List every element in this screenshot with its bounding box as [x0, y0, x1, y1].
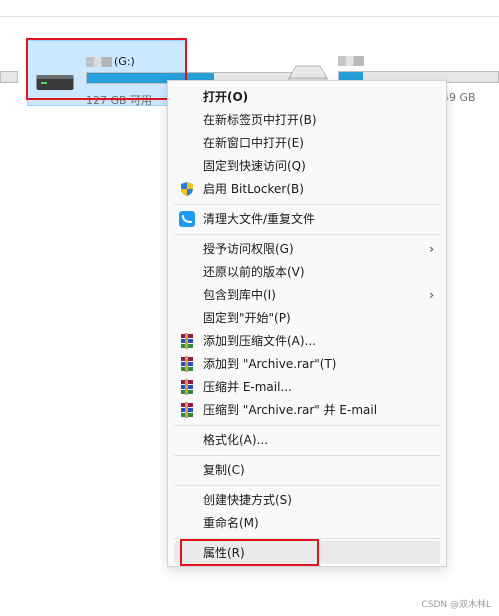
menu-item-restore-versions[interactable]: 还原以前的版本(V)	[174, 260, 440, 283]
menu-item-label: 添加到压缩文件(A)...	[203, 334, 317, 348]
menu-separator	[174, 425, 440, 426]
menu-item-label: 格式化(A)...	[203, 433, 269, 447]
drive-g-free-space: 127 GB 可用	[86, 94, 153, 107]
menu-item-label: 创建快捷方式(S)	[203, 493, 292, 507]
menu-item-add-to-archive[interactable]: 添加到压缩文件(A)...	[174, 329, 440, 352]
watermark: CSDN @双木林L	[421, 600, 491, 610]
menu-item-open-new-window[interactable]: 在新窗口中打开(E)	[174, 131, 440, 154]
partial-drive-bar	[0, 71, 18, 83]
menu-item-format[interactable]: 格式化(A)...	[174, 428, 440, 451]
menu-item-compress-email[interactable]: 压缩并 E-mail...	[174, 375, 440, 398]
winrar-icon	[181, 333, 193, 349]
menu-item-label: 压缩到 "Archive.rar" 并 E-mail	[203, 403, 378, 417]
menu-item-pin-quick-access[interactable]: 固定到快速访问(Q)	[174, 154, 440, 177]
redacted-name	[86, 57, 112, 67]
menu-item-properties[interactable]: 属性(R)	[174, 541, 440, 564]
winrar-icon	[181, 379, 193, 395]
redacted-name	[338, 56, 364, 66]
menu-item-enable-bitlocker[interactable]: 启用 BitLocker(B)	[174, 177, 440, 200]
winrar-icon	[181, 402, 193, 418]
menu-item-label: 授予访问权限(G)	[203, 242, 294, 256]
menu-item-label: 还原以前的版本(V)	[203, 265, 305, 279]
winrar-icon	[181, 356, 193, 372]
menu-item-add-to-archive-rar[interactable]: 添加到 "Archive.rar"(T)	[174, 352, 440, 375]
menu-item-label: 复制(C)	[203, 463, 245, 477]
menu-item-include-in-library[interactable]: 包含到库中(I) ›	[174, 283, 440, 306]
menu-separator	[174, 204, 440, 205]
menu-item-label: 重命名(M)	[203, 516, 259, 530]
drive-2-label	[338, 54, 366, 67]
menu-item-rename[interactable]: 重命名(M)	[174, 511, 440, 534]
menu-item-compress-rar-email[interactable]: 压缩到 "Archive.rar" 并 E-mail	[174, 398, 440, 421]
menu-separator	[174, 455, 440, 456]
drive-g-tile[interactable]: (G:) 127 GB 可用	[27, 40, 300, 107]
menu-item-label: 固定到快速访问(Q)	[203, 159, 306, 173]
cleanup-app-icon	[179, 211, 195, 227]
hard-drive-icon	[36, 75, 74, 90]
drive-g-label: (G:)	[86, 55, 135, 68]
menu-item-label: 固定到"开始"(P)	[203, 311, 291, 325]
menu-item-pin-to-start[interactable]: 固定到"开始"(P)	[174, 306, 440, 329]
menu-item-copy[interactable]: 复制(C)	[174, 458, 440, 481]
menu-item-label: 属性(R)	[203, 546, 245, 560]
menu-item-label: 包含到库中(I)	[203, 288, 276, 302]
menu-item-label: 打开(O)	[203, 90, 249, 104]
menu-item-label: 添加到 "Archive.rar"(T)	[203, 357, 337, 371]
menu-separator	[174, 234, 440, 235]
bitlocker-shield-icon	[181, 182, 193, 196]
chevron-right-icon: ›	[429, 287, 434, 302]
context-menu: 打开(O) 在新标签页中打开(B) 在新窗口中打开(E) 固定到快速访问(Q) …	[167, 80, 447, 567]
menu-item-open-new-tab[interactable]: 在新标签页中打开(B)	[174, 108, 440, 131]
drive-2-free-space: 49 GB	[442, 91, 476, 104]
menu-item-label: 清理大文件/重复文件	[203, 212, 316, 226]
menu-item-label: 在新窗口中打开(E)	[203, 136, 304, 150]
chevron-right-icon: ›	[429, 241, 434, 256]
menu-item-open[interactable]: 打开(O)	[174, 85, 440, 108]
menu-item-label: 启用 BitLocker(B)	[203, 182, 304, 196]
menu-item-label: 压缩并 E-mail...	[203, 380, 292, 394]
menu-item-cleanup-files[interactable]: 清理大文件/重复文件	[174, 207, 440, 230]
menu-item-label: 在新标签页中打开(B)	[203, 113, 317, 127]
menu-separator	[174, 485, 440, 486]
menu-item-create-shortcut[interactable]: 创建快捷方式(S)	[174, 488, 440, 511]
menu-item-grant-access[interactable]: 授予访问权限(G) ›	[174, 237, 440, 260]
menu-separator	[174, 538, 440, 539]
top-divider	[0, 16, 499, 17]
